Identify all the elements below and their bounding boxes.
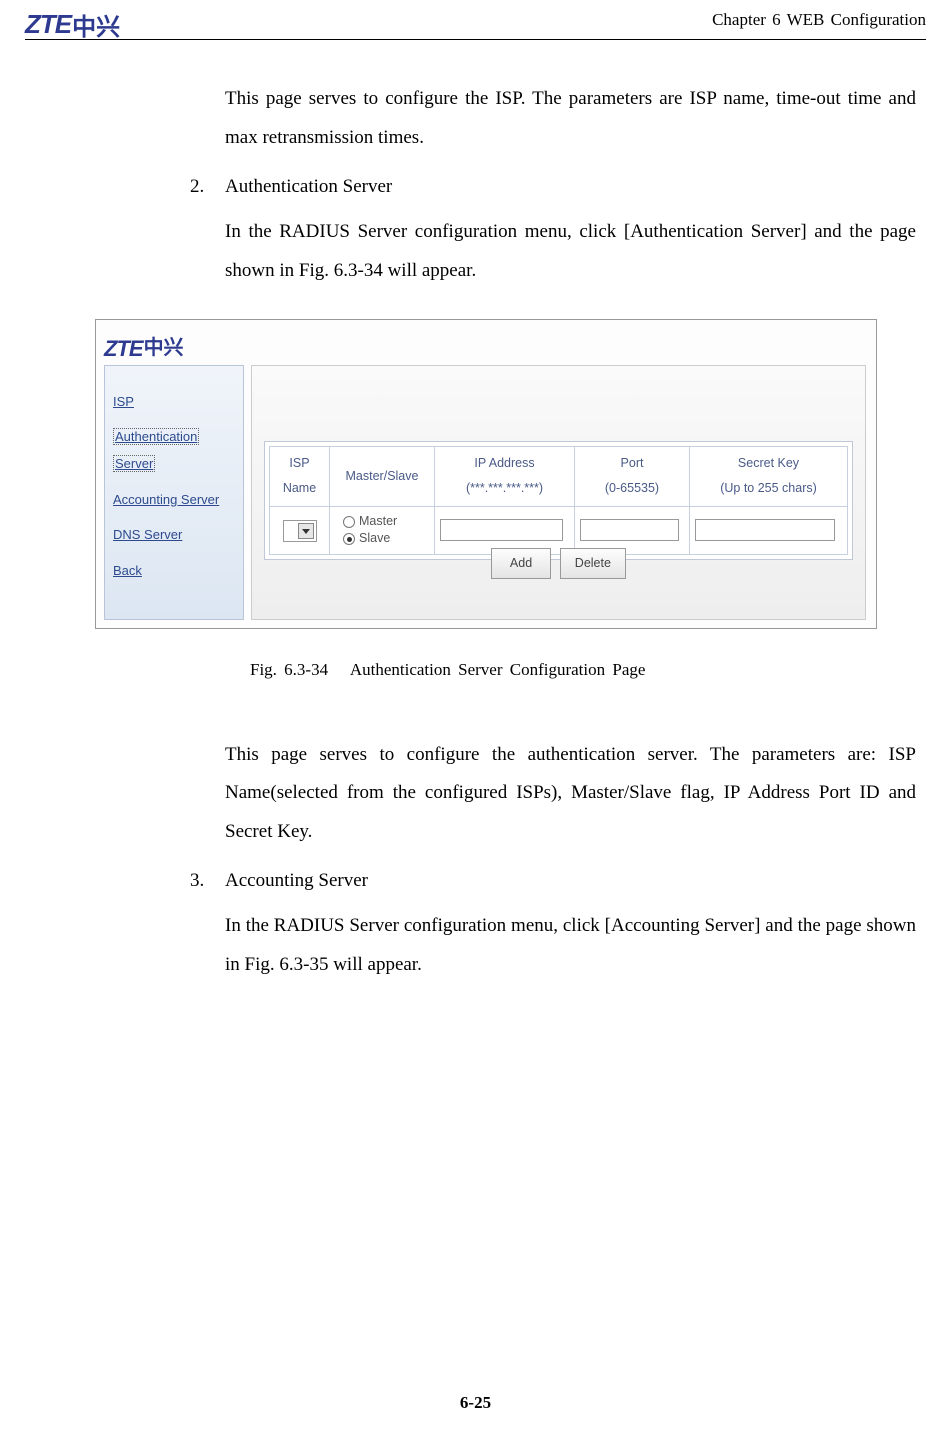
sidebar-item-authentication-server-line2[interactable]: Server	[113, 455, 155, 472]
caption-number: Fig. 6.3-34	[250, 660, 328, 679]
col-isp-name: ISP Name	[270, 446, 330, 506]
header-chapter-title: Chapter 6 WEB Configuration	[712, 10, 926, 30]
list-item-2: 2. Authentication Server In the RADIUS S…	[190, 168, 916, 291]
sidebar-item-authentication-server-line1[interactable]: Authentication	[113, 428, 199, 445]
sidebar-item-dns-server[interactable]: DNS Server	[113, 522, 235, 549]
logo-text-zte: ZTE	[25, 9, 71, 40]
button-row: Add Delete	[252, 543, 865, 582]
delete-button[interactable]: Delete	[560, 548, 626, 580]
config-table: ISP Name Master/Slave IP Address (***.**…	[269, 446, 848, 555]
ip-address-input[interactable]	[440, 519, 563, 541]
zte-logo-header: ZTE中兴	[25, 7, 120, 42]
col-master-slave: Master/Slave	[330, 446, 435, 506]
table-header-row: ISP Name Master/Slave IP Address (***.**…	[270, 446, 848, 506]
item2-desc: In the RADIUS Server configuration menu,…	[225, 213, 916, 291]
master-label: Master	[359, 513, 397, 531]
col-secret-key: Secret Key (Up to 255 chars)	[690, 446, 848, 506]
col-port: Port (0-65535)	[575, 446, 690, 506]
sidebar-item-accounting-server[interactable]: Accounting Server	[113, 487, 235, 514]
port-input[interactable]	[580, 519, 679, 541]
item3-title: Accounting Server	[225, 862, 916, 901]
figure-caption: Fig. 6.3-34 Authentication Server Config…	[250, 653, 915, 688]
screenshot-figure: ZTE中兴 ISP Authentication Server Accounti…	[95, 319, 877, 629]
sidebar-item-back[interactable]: Back	[113, 558, 235, 585]
sidebar: ISP Authentication Server Accounting Ser…	[104, 365, 244, 620]
page-header: ZTE中兴 Chapter 6 WEB Configuration	[25, 10, 926, 40]
add-button[interactable]: Add	[491, 548, 551, 580]
list-number-2: 2.	[190, 168, 204, 207]
caption-text: Authentication Server Configuration Page	[350, 660, 646, 679]
figure-container: ZTE中兴 ISP Authentication Server Accounti…	[95, 319, 915, 688]
main-panel: ISP Name Master/Slave IP Address (***.**…	[251, 365, 866, 620]
intro-paragraph: This page serves to configure the ISP. T…	[225, 80, 916, 158]
main-content: This page serves to configure the ISP. T…	[225, 80, 916, 991]
item2-title: Authentication Server	[225, 168, 916, 207]
logo-text-cn: 中兴	[72, 7, 120, 42]
page-number: 6-25	[0, 1393, 951, 1413]
dropdown-arrow-icon	[298, 523, 314, 539]
sidebar-item-isp[interactable]: ISP	[113, 389, 235, 416]
isp-name-select[interactable]	[283, 520, 317, 542]
list-number-3: 3.	[190, 862, 204, 901]
col-ip-address: IP Address (***.***.***.***)	[435, 446, 575, 506]
secret-key-input[interactable]	[695, 519, 835, 541]
master-radio[interactable]	[343, 516, 355, 528]
item3-desc: In the RADIUS Server configuration menu,…	[225, 907, 916, 985]
list-item-3: 3. Accounting Server In the RADIUS Serve…	[190, 862, 916, 985]
post-figure-paragraph: This page serves to configure the authen…	[225, 736, 916, 853]
